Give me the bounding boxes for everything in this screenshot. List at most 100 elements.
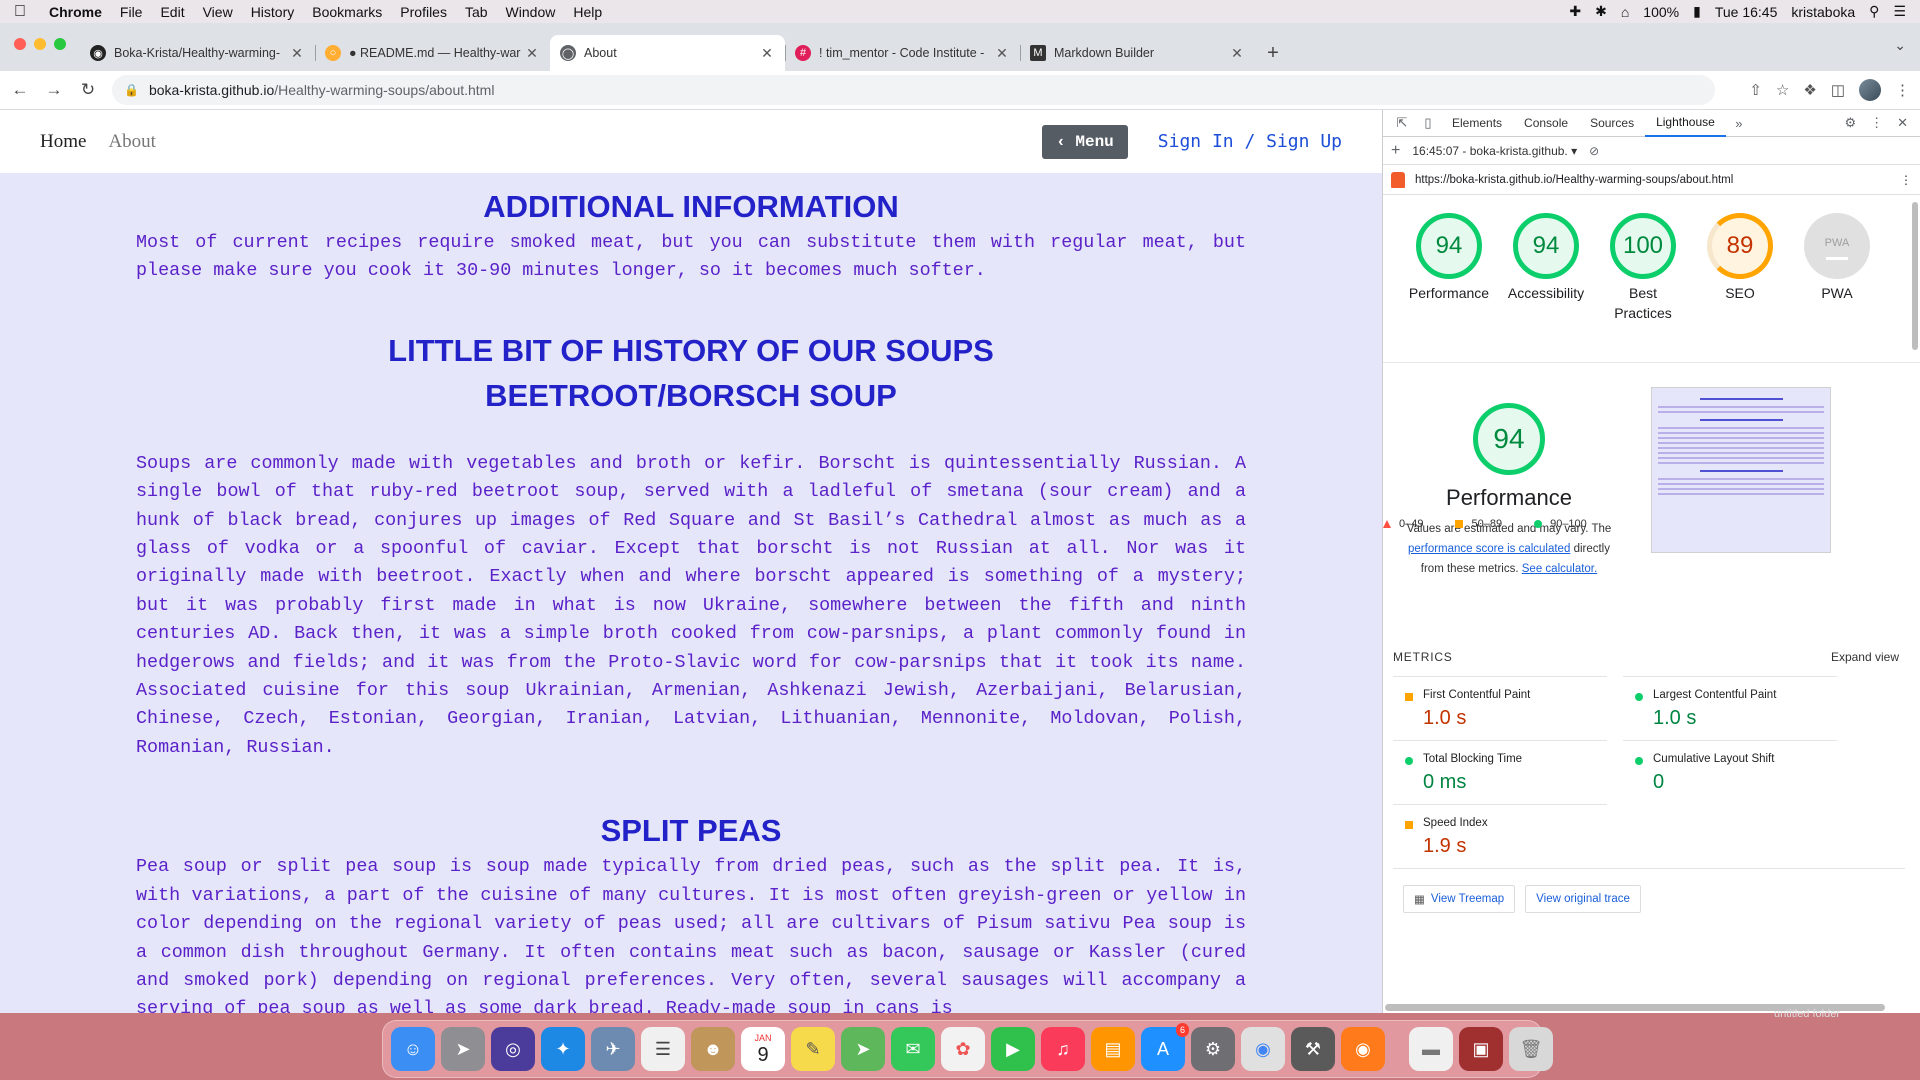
devtools-tab-console[interactable]: Console <box>1513 110 1579 137</box>
extensions-puzzle-icon[interactable]: ❖ <box>1803 81 1816 99</box>
zoom-window-button[interactable] <box>54 38 66 50</box>
more-tabs-icon[interactable]: » <box>1726 116 1752 131</box>
score-best-practices[interactable]: 100 Best Practices <box>1601 213 1685 323</box>
books-icon[interactable]: ▤ <box>1091 1027 1135 1071</box>
score-performance[interactable]: 94 Performance <box>1407 213 1491 323</box>
clear-reports-icon[interactable]: ⊘ <box>1589 144 1599 158</box>
downloads-icon[interactable]: ▬ <box>1409 1027 1453 1071</box>
more-menu-icon[interactable]: ⋮ <box>1895 81 1910 99</box>
device-toggle-icon[interactable]: ▯ <box>1415 115 1441 131</box>
back-arrow-icon[interactable]: ← <box>10 80 30 100</box>
inspect-element-icon[interactable]: ⇱ <box>1389 115 1415 131</box>
control-center-icon[interactable]: ☰ <box>1893 3 1906 20</box>
close-icon[interactable]: ✕ <box>524 45 540 62</box>
devtools-tab-lighthouse[interactable]: Lighthouse <box>1645 110 1726 137</box>
messages-icon[interactable]: ✉ <box>891 1027 935 1071</box>
notes-icon[interactable]: ✎ <box>791 1027 835 1071</box>
music-icon[interactable]: ♫ <box>1041 1027 1085 1071</box>
nav-about-link[interactable]: About <box>108 131 156 153</box>
contacts-icon[interactable]: ☻ <box>691 1027 735 1071</box>
spotlight-icon[interactable]: ⚲ <box>1869 3 1879 20</box>
close-icon[interactable]: ✕ <box>289 45 305 62</box>
siri-icon[interactable]: ◎ <box>491 1027 535 1071</box>
score-calculated-link[interactable]: performance score is calculated <box>1408 543 1570 555</box>
devtools-vertical-scrollbar[interactable] <box>1912 202 1918 350</box>
reload-icon[interactable]: ↻ <box>78 80 98 100</box>
bluetooth-icon[interactable]: ✱ <box>1595 3 1607 20</box>
desktop-folder-label[interactable]: untitled folder <box>1774 1008 1840 1020</box>
close-icon[interactable]: ✕ <box>759 45 775 62</box>
score-pwa[interactable]: PWA PWA <box>1795 213 1879 323</box>
kebab-menu-icon[interactable]: ⋮ <box>1870 115 1883 131</box>
appstore-icon[interactable]: A6 <box>1141 1023 1189 1071</box>
menu-button[interactable]: ‹ Menu <box>1042 124 1128 159</box>
devtools-tab-sources[interactable]: Sources <box>1579 110 1645 137</box>
score-accessibility[interactable]: 94 Accessibility <box>1504 213 1588 323</box>
see-calculator-link[interactable]: See calculator. <box>1522 563 1597 575</box>
close-devtools-icon[interactable]: ✕ <box>1897 115 1908 131</box>
menu-bookmarks[interactable]: Bookmarks <box>303 4 391 20</box>
maps-icon[interactable]: ➤ <box>841 1027 885 1071</box>
clock[interactable]: Tue 16:45 <box>1715 4 1778 20</box>
sign-in-link[interactable]: Sign In / Sign Up <box>1158 131 1342 152</box>
forward-arrow-icon[interactable]: → <box>44 80 64 100</box>
new-tab-button[interactable]: + <box>1255 35 1291 71</box>
view-treemap-button[interactable]: ▦ View Treemap <box>1403 885 1516 913</box>
preview-icon[interactable]: ✈ <box>591 1027 635 1071</box>
settings-icon[interactable]: ⚙ <box>1191 1027 1235 1071</box>
nav-home-link[interactable]: Home <box>40 131 86 153</box>
expand-view-toggle[interactable]: Expand view <box>1831 650 1899 664</box>
menu-view[interactable]: View <box>194 4 242 20</box>
chrome-icon[interactable]: ◉ <box>1241 1027 1285 1071</box>
new-report-plus-icon[interactable]: + <box>1391 142 1400 160</box>
menu-history[interactable]: History <box>242 4 304 20</box>
calendar-icon[interactable]: JAN 9 <box>741 1027 785 1071</box>
facetime-icon[interactable]: ▶ <box>991 1027 1035 1071</box>
battery-icon[interactable]: ▮ <box>1693 3 1701 20</box>
score-seo[interactable]: 89 SEO <box>1698 213 1782 323</box>
tab-gitpod[interactable]: ○ ● README.md — Healthy-war ✕ <box>315 35 550 71</box>
close-icon[interactable]: ✕ <box>994 45 1010 62</box>
bookmark-star-icon[interactable]: ☆ <box>1776 81 1789 99</box>
firefox-icon[interactable]: ◉ <box>1341 1027 1385 1071</box>
photos-icon[interactable]: ✿ <box>941 1027 985 1071</box>
user-name[interactable]: kristaboka <box>1791 4 1855 20</box>
profile-avatar[interactable] <box>1859 79 1881 101</box>
tab-github[interactable]: ◉ Boka-Krista/Healthy-warming- ✕ <box>80 35 315 71</box>
tab-search-chevron-icon[interactable]: ⌄ <box>1894 37 1906 54</box>
tab-about[interactable]: ◯ About ✕ <box>550 35 785 71</box>
settings-gear-icon[interactable]: ⚙ <box>1844 115 1856 131</box>
minimize-window-button[interactable] <box>34 38 46 50</box>
report-select[interactable]: 16:45:07 - boka-krista.github. ▾ <box>1412 144 1577 158</box>
lock-icon[interactable]: 🔒 <box>124 83 139 97</box>
menu-tab[interactable]: Tab <box>456 4 497 20</box>
instruments-icon[interactable]: ⚒ <box>1291 1027 1335 1071</box>
address-bar[interactable]: 🔒 boka-krista.github.io/Healthy-warming-… <box>112 75 1716 105</box>
menu-file[interactable]: File <box>111 4 152 20</box>
finder-icon[interactable]: ☺ <box>391 1027 435 1071</box>
tab-markdown[interactable]: M Markdown Builder ✕ <box>1020 35 1255 71</box>
wifi-icon[interactable]: ⌂ <box>1621 4 1629 20</box>
close-icon[interactable]: ✕ <box>1229 45 1245 62</box>
tab-slack[interactable]: # ! tim_mentor - Code Institute - ✕ <box>785 35 1020 71</box>
health-icon[interactable]: ✚ <box>1569 3 1581 20</box>
menu-edit[interactable]: Edit <box>151 4 193 20</box>
safari-icon[interactable]: ✦ <box>541 1027 585 1071</box>
screenshot-icon[interactable]: ▣ <box>1459 1027 1503 1071</box>
devtools-tab-elements[interactable]: Elements <box>1441 110 1513 137</box>
trash-icon[interactable]: 🗑 <box>1509 1027 1553 1071</box>
final-screenshot-thumbnail[interactable] <box>1651 387 1831 553</box>
report-url[interactable]: https://boka-krista.github.io/Healthy-wa… <box>1415 174 1890 186</box>
share-icon[interactable]: ⇧ <box>1749 81 1762 99</box>
side-panel-icon[interactable]: ◫ <box>1831 81 1845 99</box>
menu-help[interactable]: Help <box>564 4 611 20</box>
notes-list-icon[interactable]: ☰ <box>641 1027 685 1071</box>
menu-app-chrome[interactable]: Chrome <box>40 4 111 20</box>
apple-icon[interactable]:  <box>0 3 40 21</box>
menu-window[interactable]: Window <box>497 4 565 20</box>
close-window-button[interactable] <box>14 38 26 50</box>
menu-profiles[interactable]: Profiles <box>391 4 456 20</box>
report-menu-icon[interactable]: ⋮ <box>1900 173 1912 187</box>
view-trace-button[interactable]: View original trace <box>1525 885 1641 913</box>
launchpad-icon[interactable]: ➤ <box>441 1027 485 1071</box>
